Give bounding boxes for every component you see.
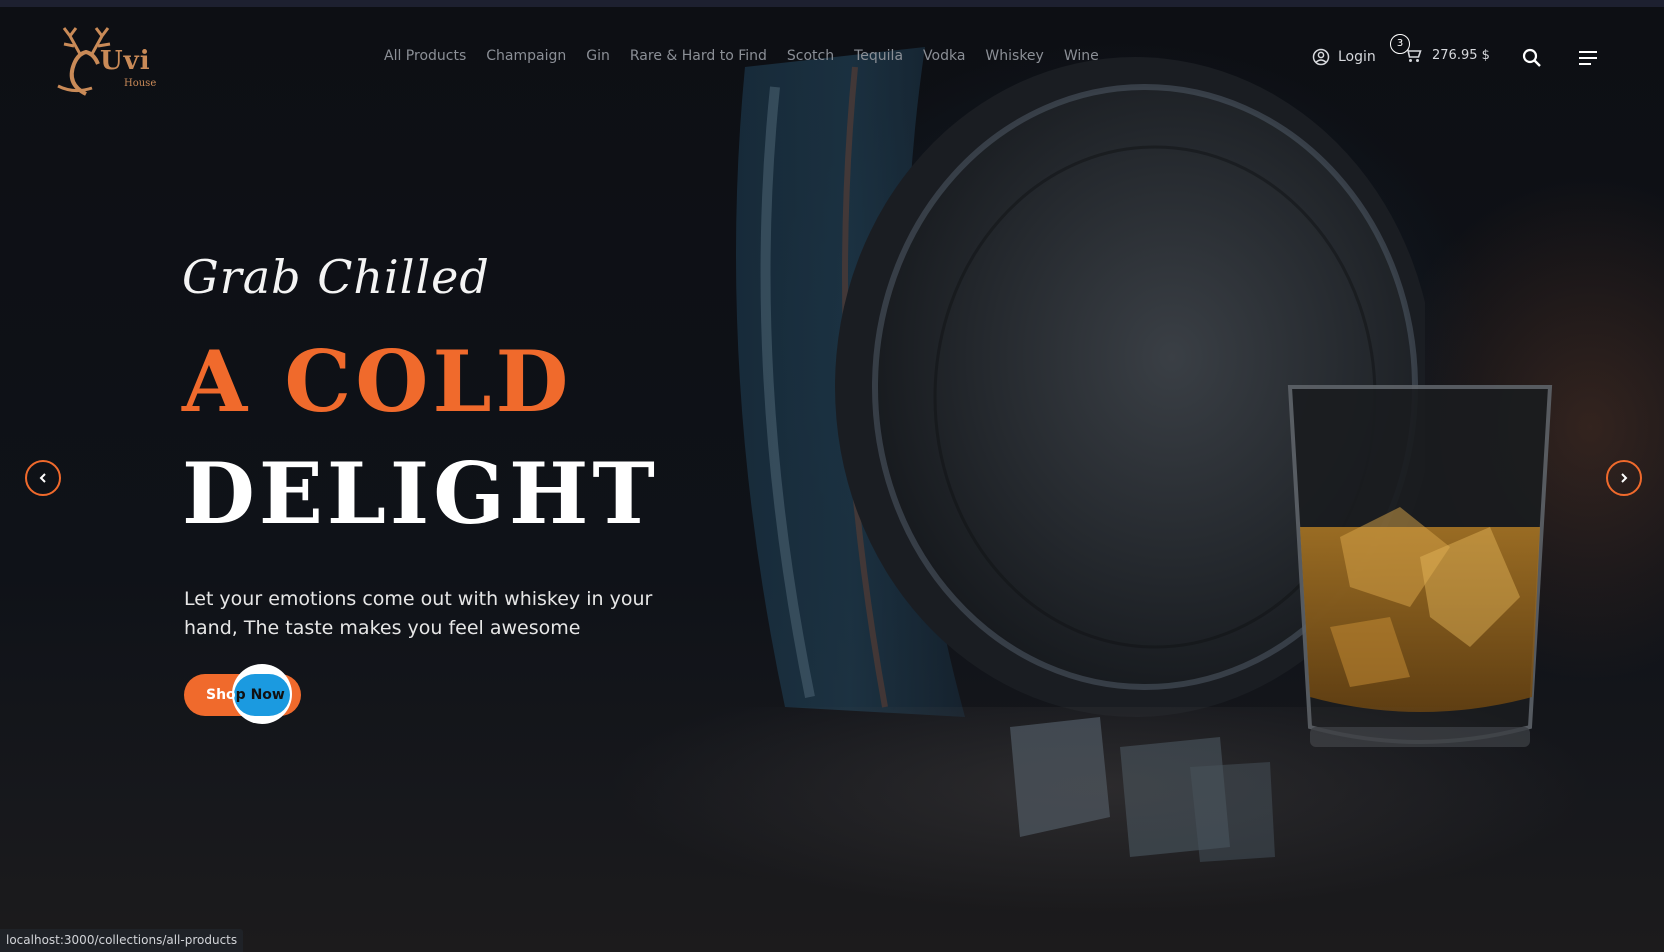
- hero-headline-line1: A COLD: [182, 332, 573, 431]
- cart-button[interactable]: 3 276.95 $: [1390, 34, 1490, 64]
- hero-headline-line2: DELIGHT: [182, 444, 659, 543]
- cart-total: 276.95 $: [1432, 47, 1490, 63]
- shop-now-label: Shop Now: [206, 674, 285, 716]
- menu-icon: [1579, 51, 1597, 65]
- brand-logo[interactable]: Uvi House: [56, 24, 160, 96]
- table-surface: [0, 707, 1664, 952]
- login-button[interactable]: Login: [1312, 48, 1376, 66]
- nav-item-gin[interactable]: Gin: [586, 48, 610, 64]
- search-button[interactable]: [1521, 47, 1543, 69]
- user-circle-icon: [1312, 48, 1330, 66]
- login-label: Login: [1338, 49, 1376, 65]
- cart-count-badge: 3: [1390, 34, 1410, 54]
- shop-now-label-part2: p Now: [235, 687, 285, 703]
- carousel-prev-button[interactable]: [25, 460, 61, 496]
- shop-now-label-part1: Sho: [206, 687, 236, 703]
- status-bar-url: localhost:3000/collections/all-products: [0, 929, 244, 952]
- hero-description: Let your emotions come out with whiskey …: [184, 588, 653, 639]
- hero-script-title: Grab Chilled: [182, 250, 490, 304]
- brand-name: Uvi: [100, 46, 151, 76]
- nav-item-tequila[interactable]: Tequila: [854, 48, 903, 64]
- nav-item-wine[interactable]: Wine: [1064, 48, 1099, 64]
- nav-item-champaign[interactable]: Champaign: [486, 48, 566, 64]
- carousel-next-button[interactable]: [1606, 460, 1642, 496]
- chevron-left-icon: [39, 473, 46, 483]
- nav-item-scotch[interactable]: Scotch: [787, 48, 834, 64]
- brand-tagline: House: [124, 78, 157, 89]
- nav-item-whiskey[interactable]: Whiskey: [985, 48, 1043, 64]
- page: Uvi House All Products Champaign Gin Rar…: [0, 0, 1664, 952]
- main-nav: All Products Champaign Gin Rare & Hard t…: [384, 48, 1099, 64]
- menu-button[interactable]: [1578, 49, 1600, 67]
- search-icon: [1522, 48, 1541, 67]
- nav-item-all-products[interactable]: All Products: [384, 48, 466, 64]
- nav-item-vodka[interactable]: Vodka: [923, 48, 965, 64]
- nav-item-rare-hard-to-find[interactable]: Rare & Hard to Find: [630, 48, 767, 64]
- top-strip: [0, 0, 1664, 7]
- shop-now-button[interactable]: Shop Now: [184, 664, 301, 724]
- chevron-right-icon: [1621, 473, 1628, 483]
